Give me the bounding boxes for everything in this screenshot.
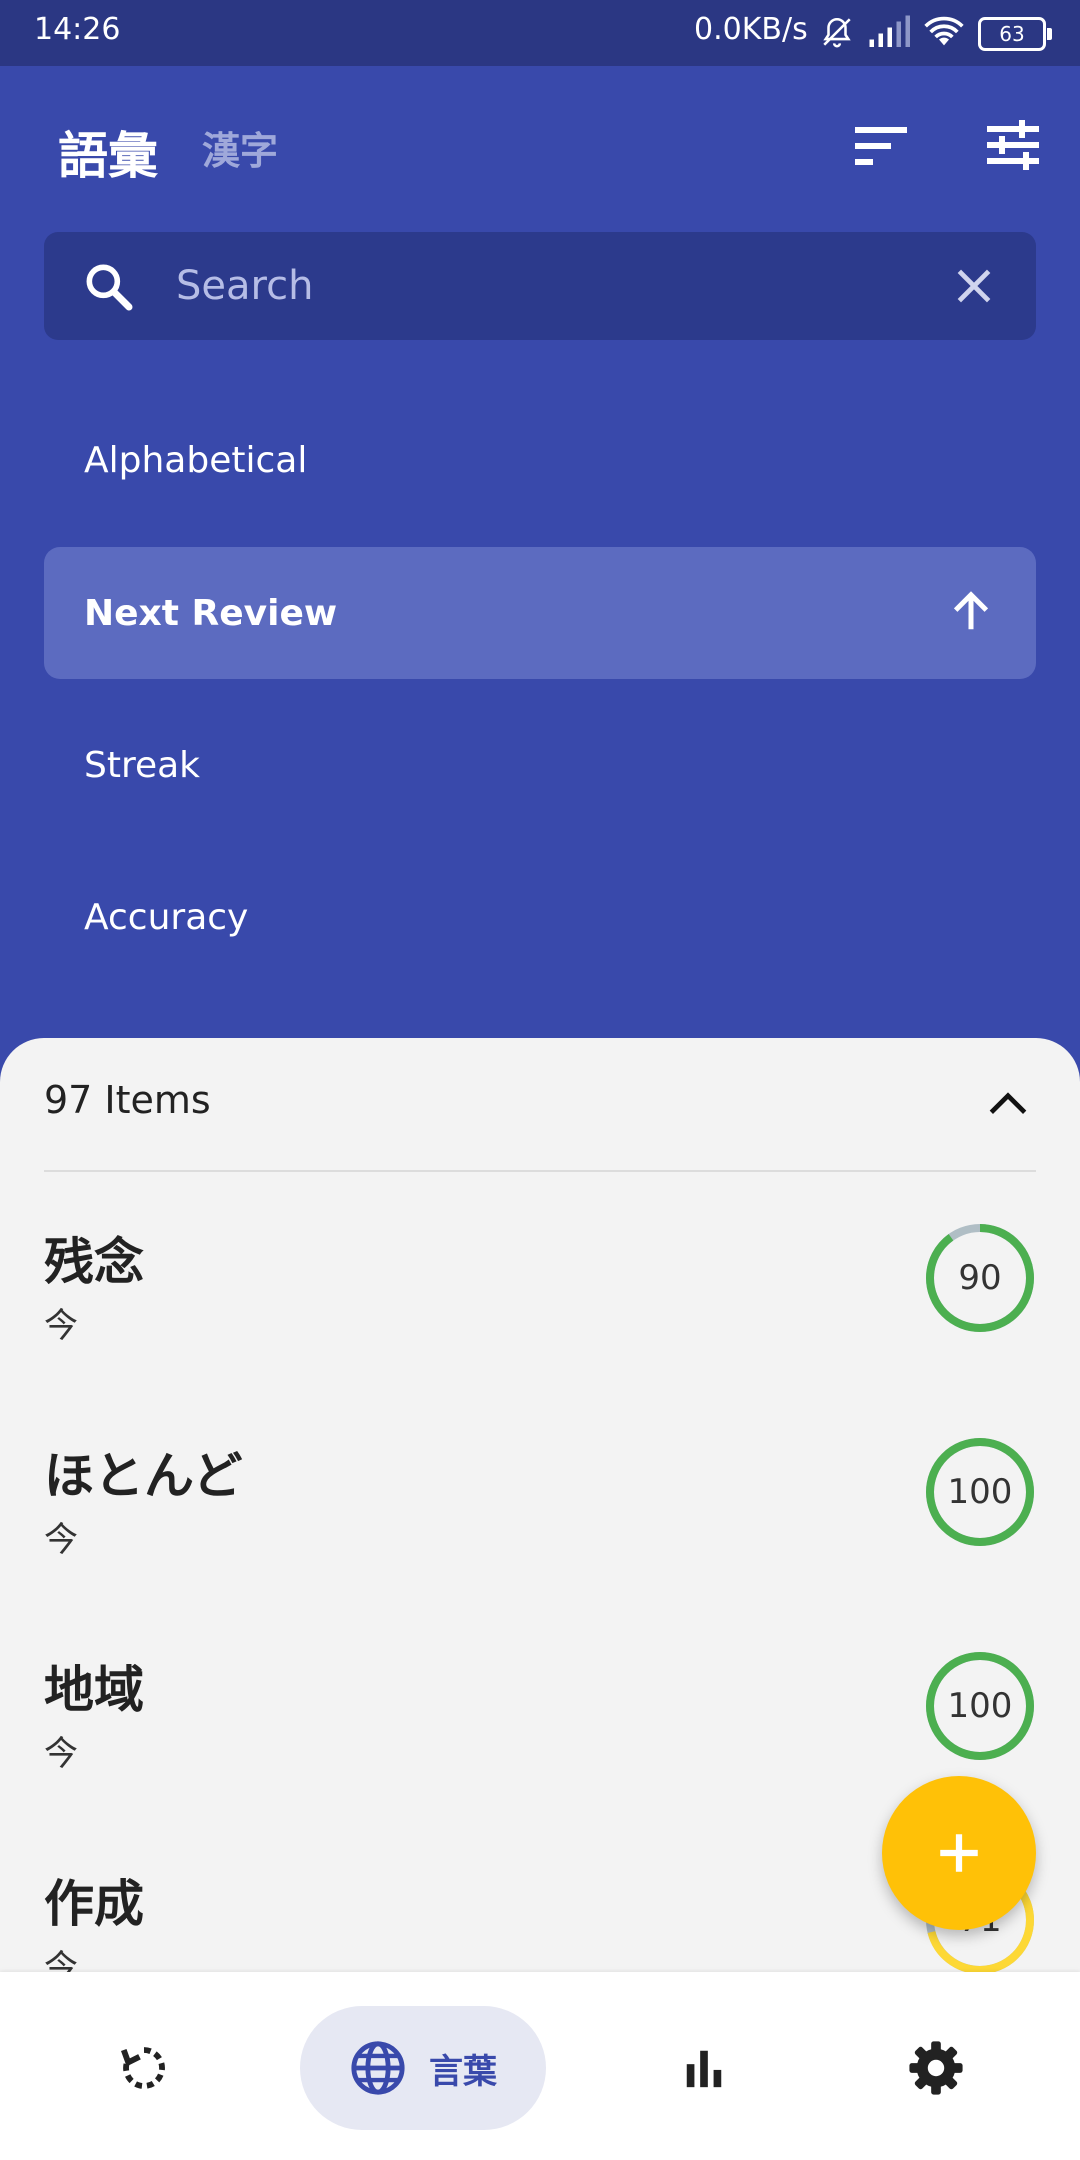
search-icon bbox=[80, 258, 136, 318]
list-item[interactable]: ほとんど 今 100 bbox=[0, 1436, 1080, 1650]
plus-icon bbox=[940, 1834, 978, 1872]
nav-review[interactable] bbox=[90, 2006, 198, 2130]
arrow-up-icon bbox=[948, 589, 994, 644]
next-review: 今 bbox=[44, 1520, 78, 1560]
sort-button[interactable] bbox=[846, 110, 916, 180]
globe-icon bbox=[351, 2041, 405, 2095]
next-review: 今 bbox=[44, 1306, 78, 1346]
nav-stats[interactable] bbox=[650, 2006, 758, 2130]
vocab-word: 残念 bbox=[44, 1233, 144, 1291]
nav-settings[interactable] bbox=[882, 2006, 990, 2130]
list-item[interactable]: 残念 今 90 bbox=[0, 1222, 1080, 1436]
bell-off-icon bbox=[820, 15, 854, 53]
clear-search-button[interactable] bbox=[948, 260, 1000, 312]
signal-icon bbox=[868, 15, 910, 53]
items-count: 97 Items bbox=[44, 1078, 211, 1122]
add-item-button[interactable] bbox=[882, 1776, 1036, 1930]
tab-kanji[interactable]: 漢字 bbox=[202, 120, 278, 175]
sort-option-accuracy[interactable]: Accuracy bbox=[44, 851, 1036, 983]
bottom-navigation: 言葉 bbox=[0, 1972, 1080, 2160]
sort-option-alphabetical[interactable]: Alphabetical bbox=[44, 394, 1036, 526]
wifi-icon bbox=[924, 15, 964, 53]
sort-option-label: Accuracy bbox=[84, 896, 249, 938]
filter-button[interactable] bbox=[978, 110, 1048, 180]
battery-level: 63 bbox=[999, 22, 1025, 46]
tune-icon bbox=[987, 120, 1039, 170]
nav-vocabulary-label: 言葉 bbox=[429, 2051, 497, 2092]
chevron-up-icon bbox=[989, 1092, 1027, 1114]
accuracy-score: 100 bbox=[947, 1472, 1013, 1512]
close-icon bbox=[957, 269, 991, 303]
status-bar: 14:26 0.0KB/s 63 bbox=[0, 0, 1080, 66]
nav-vocabulary[interactable]: 言葉 bbox=[300, 2006, 546, 2130]
search-bar bbox=[44, 232, 1036, 340]
battery-icon: 63 bbox=[978, 17, 1052, 51]
next-review: 今 bbox=[44, 1734, 78, 1774]
sort-icon bbox=[855, 127, 907, 165]
sort-option-streak[interactable]: Streak bbox=[44, 699, 1036, 831]
sort-option-label: Alphabetical bbox=[84, 439, 308, 481]
status-icons: 63 bbox=[820, 14, 1052, 54]
status-time: 14:26 bbox=[34, 12, 121, 47]
status-net-speed: 0.0KB/s bbox=[694, 12, 808, 47]
search-input[interactable] bbox=[174, 252, 958, 320]
sort-option-label: Streak bbox=[84, 744, 201, 786]
app-header: 語彙 漢字 bbox=[0, 66, 1080, 216]
review-icon bbox=[121, 2047, 165, 2089]
collapse-button[interactable] bbox=[980, 1084, 1036, 1124]
sort-option-label: Next Review bbox=[84, 592, 338, 634]
tab-vocabulary[interactable]: 語彙 bbox=[58, 116, 158, 188]
divider bbox=[44, 1170, 1036, 1172]
sort-option-next-review[interactable]: Next Review bbox=[44, 547, 1036, 679]
settings-icon bbox=[909, 2041, 963, 2095]
accuracy-score: 90 bbox=[958, 1258, 1002, 1298]
vocab-word: 地域 bbox=[44, 1661, 144, 1719]
accuracy-score: 100 bbox=[947, 1686, 1013, 1726]
stats-icon bbox=[686, 2050, 722, 2088]
vocab-word: 作成 bbox=[44, 1875, 144, 1933]
vocab-word: ほとんど bbox=[44, 1447, 243, 1505]
